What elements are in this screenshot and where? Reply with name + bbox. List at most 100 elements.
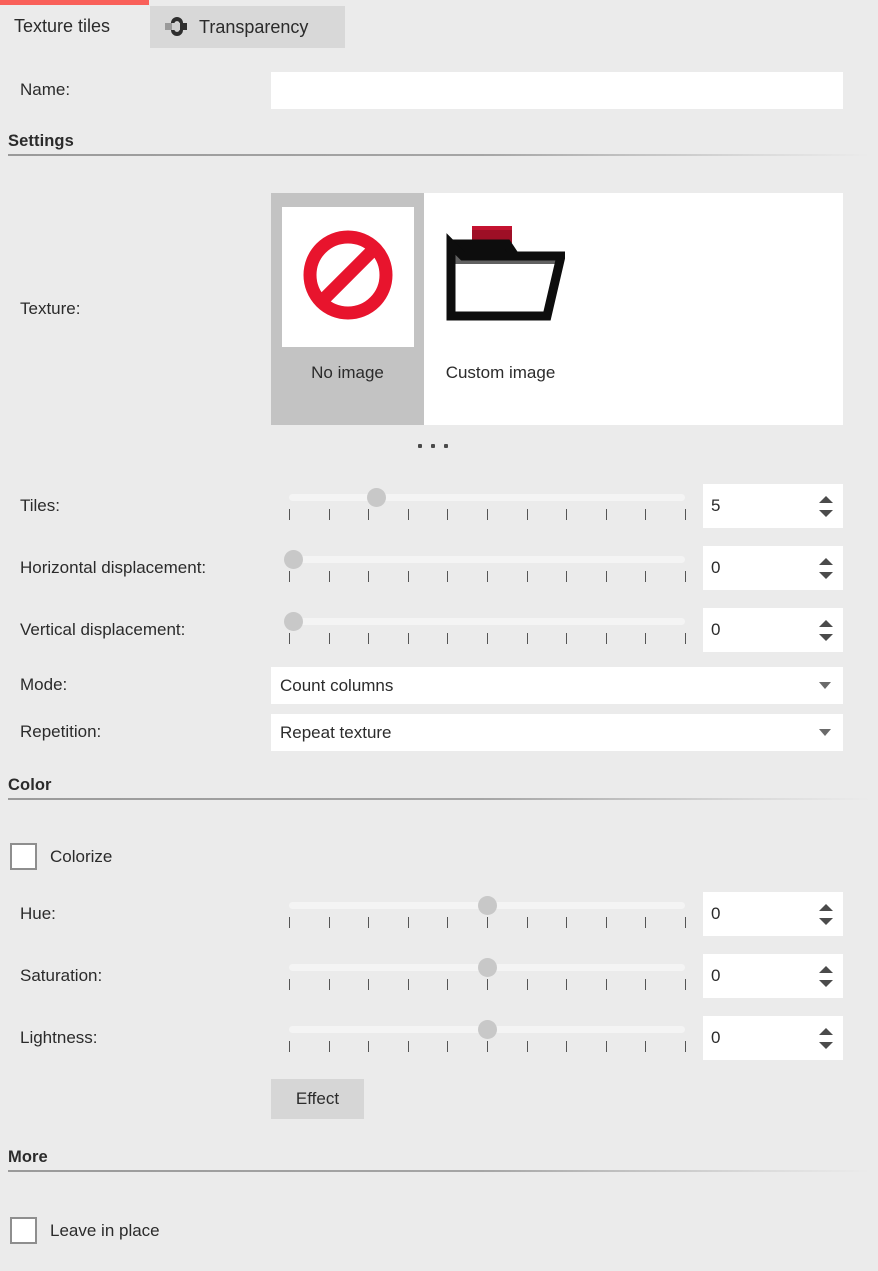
section-more-title: More: [8, 1148, 48, 1167]
slider-tick: [487, 633, 488, 644]
chevron-down-icon[interactable]: [819, 682, 831, 689]
slider-tick: [408, 917, 409, 928]
horizontal-displacement-slider-track[interactable]: [289, 556, 685, 563]
slider-tick: [368, 979, 369, 990]
lightness-value[interactable]: 0: [703, 1028, 813, 1048]
horizontal-displacement-spin-down-icon[interactable]: [819, 572, 833, 579]
effect-button[interactable]: Effect: [271, 1079, 364, 1119]
slider-tick: [527, 509, 528, 520]
transparency-icon: [164, 14, 190, 40]
ellipsis-dot-3: [444, 444, 448, 448]
slider-tick: [527, 571, 528, 582]
saturation-spin-arrows: [813, 954, 843, 998]
saturation-spin-down-icon[interactable]: [819, 980, 833, 987]
leave-in-place-checkbox[interactable]: [10, 1217, 37, 1244]
colorize-checkbox-row[interactable]: Colorize: [10, 843, 112, 870]
name-label: Name:: [20, 80, 70, 100]
texture-item-no-image[interactable]: No image: [271, 193, 424, 425]
horizontal-displacement-spin-up-icon[interactable]: [819, 558, 833, 565]
texture-item-custom-image[interactable]: Custom image: [424, 193, 577, 425]
texture-label: Texture:: [20, 299, 80, 319]
slider-tick: [487, 1041, 488, 1052]
slider-tick: [408, 571, 409, 582]
texture-more-options-button[interactable]: [418, 436, 448, 456]
ellipsis-dot-1: [418, 444, 422, 448]
saturation-spinbox[interactable]: 0: [703, 954, 843, 998]
hue-slider-handle[interactable]: [478, 896, 497, 915]
slider-tick: [566, 571, 567, 582]
slider-tick: [447, 979, 448, 990]
slider-tick: [566, 979, 567, 990]
tab-texture-tiles[interactable]: Texture tiles: [0, 0, 149, 48]
slider-tick: [447, 1041, 448, 1052]
slider-tick: [447, 917, 448, 928]
saturation-spin-up-icon[interactable]: [819, 966, 833, 973]
tiles-value[interactable]: 5: [703, 496, 813, 516]
tiles-slider-ticks: [289, 509, 685, 520]
lightness-slider-ticks: [289, 1041, 685, 1052]
horizontal-displacement-slider-handle[interactable]: [284, 550, 303, 569]
lightness-slider-handle[interactable]: [478, 1020, 497, 1039]
section-color-divider: [8, 798, 870, 800]
horizontal-displacement-spinbox[interactable]: 0: [703, 546, 843, 590]
slider-tick: [566, 633, 567, 644]
vertical-displacement-slider-handle[interactable]: [284, 612, 303, 631]
mode-dropdown[interactable]: Count columns: [271, 667, 843, 704]
vertical-displacement-spinbox[interactable]: 0: [703, 608, 843, 652]
hue-value[interactable]: 0: [703, 904, 813, 924]
tiles-spin-up-icon[interactable]: [819, 496, 833, 503]
slider-tick: [685, 979, 686, 990]
repetition-dropdown[interactable]: Repeat texture: [271, 714, 843, 751]
tiles-spinbox[interactable]: 5: [703, 484, 843, 528]
vertical-displacement-spin-arrows: [813, 608, 843, 652]
saturation-slider[interactable]: [289, 955, 685, 997]
slider-tick: [685, 633, 686, 644]
slider-tick: [566, 509, 567, 520]
tiles-spin-down-icon[interactable]: [819, 510, 833, 517]
lightness-slider[interactable]: [289, 1017, 685, 1059]
saturation-slider-handle[interactable]: [478, 958, 497, 977]
horizontal-displacement-slider[interactable]: [289, 547, 685, 589]
lightness-spin-down-icon[interactable]: [819, 1042, 833, 1049]
leave-in-place-checkbox-row[interactable]: Leave in place: [10, 1217, 160, 1244]
tiles-slider-handle[interactable]: [367, 488, 386, 507]
hue-spinbox[interactable]: 0: [703, 892, 843, 936]
horizontal-displacement-slider-ticks: [289, 571, 685, 582]
tab-transparency[interactable]: Transparency: [150, 6, 345, 48]
horizontal-displacement-value[interactable]: 0: [703, 558, 813, 578]
saturation-value[interactable]: 0: [703, 966, 813, 986]
slider-tick: [606, 633, 607, 644]
slider-tick: [329, 571, 330, 582]
tiles-slider[interactable]: [289, 485, 685, 527]
slider-tick: [408, 979, 409, 990]
slider-tick: [487, 509, 488, 520]
hue-slider[interactable]: [289, 893, 685, 935]
lightness-spinbox[interactable]: 0: [703, 1016, 843, 1060]
saturation-label: Saturation:: [20, 966, 102, 986]
vertical-displacement-spin-down-icon[interactable]: [819, 634, 833, 641]
slider-tick: [527, 1041, 528, 1052]
leave-in-place-label: Leave in place: [50, 1221, 160, 1241]
vertical-displacement-slider-track[interactable]: [289, 618, 685, 625]
vertical-displacement-value[interactable]: 0: [703, 620, 813, 640]
slider-tick: [685, 1041, 686, 1052]
slider-tick: [368, 571, 369, 582]
tiles-slider-track[interactable]: [289, 494, 685, 501]
no-image-icon: [296, 223, 400, 332]
hue-spin-up-icon[interactable]: [819, 904, 833, 911]
name-input[interactable]: [271, 72, 843, 109]
hue-spin-down-icon[interactable]: [819, 918, 833, 925]
hue-label: Hue:: [20, 904, 56, 924]
slider-tick: [645, 1041, 646, 1052]
chevron-down-icon[interactable]: [819, 729, 831, 736]
vertical-displacement-slider[interactable]: [289, 609, 685, 651]
vertical-displacement-spin-up-icon[interactable]: [819, 620, 833, 627]
colorize-checkbox[interactable]: [10, 843, 37, 870]
tab-texture-tiles-label: Texture tiles: [14, 16, 110, 37]
slider-tick: [606, 979, 607, 990]
lightness-spin-up-icon[interactable]: [819, 1028, 833, 1035]
slider-tick: [408, 1041, 409, 1052]
slider-tick: [527, 917, 528, 928]
slider-tick: [329, 509, 330, 520]
slider-tick: [447, 571, 448, 582]
